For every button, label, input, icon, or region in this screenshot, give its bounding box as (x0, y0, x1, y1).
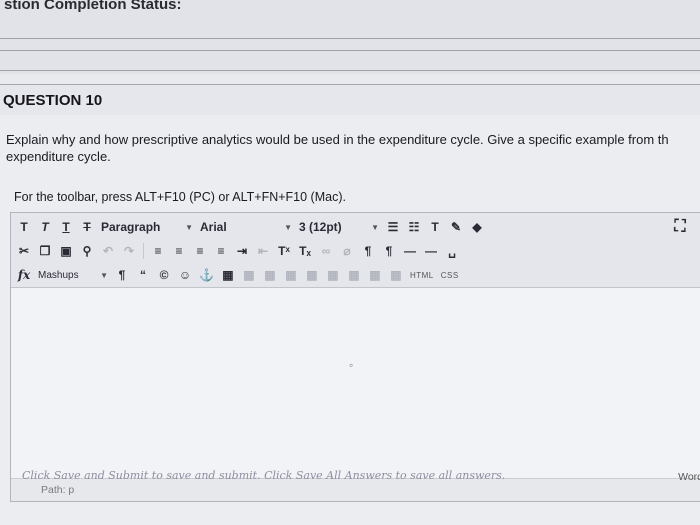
divider (143, 243, 144, 259)
paste-icon[interactable]: ▣ (59, 242, 73, 260)
table-delete-icon[interactable]: ▦ (347, 266, 361, 284)
completion-status-section: stion Completion Status: (0, 0, 700, 74)
table-icon[interactable]: ▦ (221, 266, 235, 284)
chevron-down-icon: ▼ (371, 222, 379, 232)
eraser-icon[interactable]: ◆ (470, 218, 484, 236)
anchor-icon[interactable]: ⚓ (199, 266, 214, 284)
divider (0, 38, 700, 39)
justify-icon[interactable]: ≡ (214, 242, 228, 260)
divider (0, 70, 700, 71)
table-merge-icon[interactable]: ▦ (305, 266, 319, 284)
ltr-icon[interactable]: ¶ (361, 242, 375, 260)
quote-icon[interactable]: “ (136, 266, 150, 284)
strikethrough-t-icon[interactable]: T (80, 218, 94, 236)
element-path: Path: p (41, 484, 75, 496)
table-col-icon[interactable]: ▦ (263, 266, 277, 284)
text-cursor: ◦ (349, 358, 354, 372)
paragraph-select[interactable]: Paragraph ▼ (101, 218, 193, 236)
toolbar-row-2: ✂ ❐ ▣ ⚲ ↶ ↷ ≡ ≡ ≡ ≡ ⇥ ⇤ Tˣ Tₓ ∞ ⌀ ¶ ¶ — (17, 240, 459, 262)
table-cell-icon[interactable]: ▦ (284, 266, 298, 284)
redo-icon[interactable]: ↷ (122, 242, 136, 260)
chevron-down-icon: ▼ (100, 270, 108, 280)
copy-icon[interactable]: ❐ (38, 242, 52, 260)
unlink-icon[interactable]: ⌀ (340, 242, 354, 260)
toolbar-row-1: T T T T Paragraph ▼ Arial ▼ 3 (12pt) ▼ ☰ ☷ … (17, 216, 484, 238)
editor-toolbar: T T T T Paragraph ▼ Arial ▼ 3 (12pt) ▼ ☰ ☷ … (11, 213, 700, 288)
find-icon[interactable]: ⚲ (80, 242, 94, 260)
chevron-down-icon: ▼ (284, 222, 292, 232)
text-color-icon[interactable]: T (428, 218, 442, 236)
rich-text-editor: T T T T Paragraph ▼ Arial ▼ 3 (12pt) ▼ ☰ ☷ … (10, 212, 700, 502)
emoji-icon[interactable]: ☺ (178, 266, 192, 284)
font-select-value: Arial (200, 220, 227, 234)
toolbar-row-3: fx Mashups ▼ ¶ “ © ☺ ⚓ ▦ ▦ ▦ ▦ ▦ ▦ ▦ ▦ ▦ … (17, 264, 459, 286)
question-title: QUESTION 10 (3, 92, 103, 109)
size-select-value: 3 (12pt) (299, 220, 342, 234)
undo-icon[interactable]: ↶ (101, 242, 115, 260)
font-select[interactable]: Arial ▼ (200, 218, 292, 236)
underline-t-icon[interactable]: T (59, 218, 73, 236)
fullscreen-icon[interactable]: ⛶ (673, 218, 687, 236)
align-right-icon[interactable]: ≡ (193, 242, 207, 260)
table-split-icon[interactable]: ▦ (326, 266, 340, 284)
copyright-icon[interactable]: © (157, 266, 171, 284)
question-body: Explain why and how prescriptive analyti… (0, 115, 700, 525)
bold-t-icon[interactable]: T (17, 218, 31, 236)
outdent-icon[interactable]: ⇤ (256, 242, 270, 260)
italic-t-icon[interactable]: T (38, 218, 52, 236)
html-button[interactable]: HTML (410, 271, 434, 280)
subscript-icon[interactable]: Tₓ (298, 242, 312, 260)
prompt-line-2: expenditure cycle. (6, 149, 111, 164)
align-center-icon[interactable]: ≡ (172, 242, 186, 260)
indent-icon[interactable]: ⇥ (235, 242, 249, 260)
word-count: Word (678, 471, 700, 483)
css-button[interactable]: CSS (441, 271, 459, 280)
numbered-list-icon[interactable]: ☷ (407, 218, 421, 236)
chevron-down-icon: ▼ (185, 222, 193, 232)
mashups-label: Mashups (38, 269, 79, 281)
pilcrow-icon[interactable]: ¶ (115, 266, 129, 284)
table-insert-icon[interactable]: ▦ (389, 266, 403, 284)
link-icon[interactable]: ∞ (319, 242, 333, 260)
align-left-icon[interactable]: ≡ (151, 242, 165, 260)
cut-icon[interactable]: ✂ (17, 242, 31, 260)
question-prompt: Explain why and how prescriptive analyti… (6, 131, 696, 165)
question-header: QUESTION 10 (0, 84, 700, 115)
editor-content-area[interactable]: ◦ (11, 288, 700, 478)
bullet-list-icon[interactable]: ☰ (386, 218, 400, 236)
toolbar-hint: For the toolbar, press ALT+F10 (PC) or A… (14, 190, 346, 204)
save-instructions: Click Save and Submit to save and submit… (22, 469, 506, 482)
superscript-icon[interactable]: Tˣ (277, 242, 291, 260)
hr-icon[interactable]: — (403, 242, 417, 260)
table-props-icon[interactable]: ▦ (368, 266, 382, 284)
completion-status-title: stion Completion Status: (4, 0, 182, 13)
divider (0, 50, 700, 51)
prompt-line-1: Explain why and how prescriptive analyti… (6, 132, 669, 147)
table-row-icon[interactable]: ▦ (242, 266, 256, 284)
nonbreaking-space-icon[interactable]: ␣ (445, 242, 459, 260)
rtl-icon[interactable]: ¶ (382, 242, 396, 260)
paragraph-select-value: Paragraph (101, 220, 161, 234)
formula-icon[interactable]: fx (17, 266, 31, 284)
highlight-icon[interactable]: ✎ (449, 218, 463, 236)
hr-icon[interactable]: — (424, 242, 438, 260)
size-select[interactable]: 3 (12pt) ▼ (299, 218, 379, 236)
mashups-select[interactable]: Mashups ▼ (38, 266, 108, 284)
